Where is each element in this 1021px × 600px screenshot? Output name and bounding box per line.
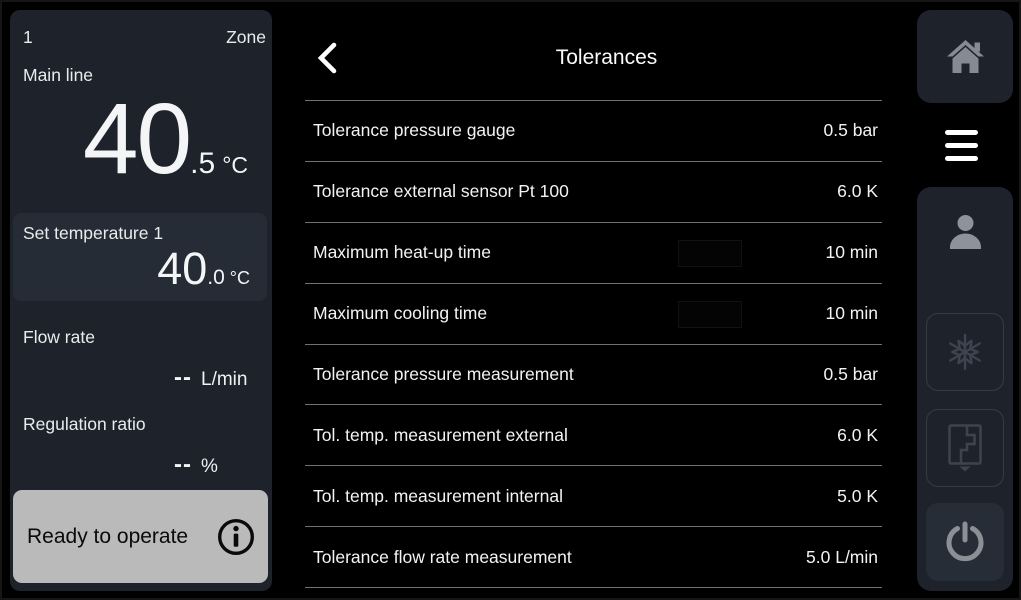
row-value: 0.5 bar (824, 364, 878, 385)
table-row[interactable]: Tolerance external sensor Pt 100 6.0 K (305, 162, 882, 223)
row-label: Tol. temp. measurement internal (313, 486, 563, 507)
mold-drain-icon (948, 424, 983, 472)
table-row[interactable]: Maximum cooling time 10 min (305, 284, 882, 345)
row-value: 6.0 K (837, 425, 878, 446)
cooling-button[interactable] (926, 313, 1004, 391)
row-label: Tol. temp. measurement external (313, 425, 568, 446)
set-temp-int: 40 (157, 243, 207, 294)
row-value: 5.0 L/min (806, 547, 878, 568)
table-row[interactable]: Tol. temp. measurement external 6.0 K (305, 405, 882, 466)
menu-icon (945, 130, 978, 161)
row-label: Maximum heat-up time (313, 242, 491, 263)
hmi-screen: 1 Zone Main line 40.5°C Set temperature … (0, 0, 1021, 600)
menu-button[interactable] (909, 103, 1013, 187)
sidebar (917, 10, 1013, 591)
info-icon (216, 517, 256, 557)
row-ghost (678, 240, 742, 267)
zone-number: 1 (23, 27, 33, 48)
regulation-ratio-label: Regulation ratio (23, 414, 259, 435)
main-temp-frac: .5 (190, 147, 215, 180)
status-label: Ready to operate (27, 525, 188, 549)
status-button[interactable]: Ready to operate (13, 490, 268, 583)
sidebar-lower (917, 187, 1013, 591)
tolerance-list: Tolerance pressure gauge 0.5 bar Toleran… (305, 100, 882, 588)
row-value: 10 min (825, 242, 878, 263)
table-row[interactable]: Tol. temp. measurement internal 5.0 K (305, 466, 882, 527)
mold-drain-button[interactable] (926, 409, 1004, 487)
regulation-ratio-dash: -- (10, 451, 192, 479)
regulation-ratio-unit: % (192, 456, 268, 478)
row-label: Maximum cooling time (313, 303, 487, 324)
home-button[interactable] (917, 10, 1013, 103)
user-button[interactable] (917, 187, 1013, 277)
set-temperature-card[interactable]: Set temperature 1 40.0°C (13, 213, 267, 301)
row-label: Tolerance pressure gauge (313, 120, 515, 141)
row-value: 5.0 K (837, 486, 878, 507)
row-label: Tolerance external sensor Pt 100 (313, 181, 569, 202)
row-label: Tolerance flow rate measurement (313, 547, 572, 568)
table-row[interactable]: Tolerance pressure gauge 0.5 bar (305, 101, 882, 162)
snowflake-icon (945, 332, 985, 372)
tolerances-page: Tolerances Tolerance pressure gauge 0.5 … (305, 0, 882, 600)
set-temperature-label: Set temperature 1 (23, 223, 253, 244)
zone-panel: 1 Zone Main line 40.5°C Set temperature … (10, 10, 272, 591)
row-value: 0.5 bar (824, 120, 878, 141)
flow-rate-dash: -- (10, 364, 192, 392)
table-row[interactable]: Tolerance flow rate measurement 5.0 L/mi… (305, 527, 882, 588)
main-temp-unit: °C (222, 152, 248, 178)
home-icon (947, 40, 984, 74)
table-row[interactable]: Tolerance pressure measurement 0.5 bar (305, 345, 882, 406)
flow-rate-label: Flow rate (23, 327, 259, 348)
power-button[interactable] (926, 503, 1004, 581)
set-temp-unit: °C (230, 268, 250, 288)
user-icon (949, 214, 982, 250)
flow-rate-value: -- L/min (10, 364, 272, 392)
row-ghost (678, 301, 742, 328)
row-value: 6.0 K (837, 181, 878, 202)
set-temperature-value: 40.0°C (23, 246, 253, 291)
power-icon (943, 520, 987, 564)
row-label: Tolerance pressure measurement (313, 364, 574, 385)
page-title: Tolerances (331, 46, 882, 70)
row-value: 10 min (825, 303, 878, 324)
zone-label: Zone (226, 27, 266, 48)
set-temp-frac: .0 (207, 266, 225, 289)
regulation-ratio-value: -- % (10, 451, 272, 479)
main-temperature: 40.5°C (10, 92, 272, 187)
zone-header: 1 Zone (10, 10, 272, 48)
main-temp-int: 40 (83, 83, 190, 195)
table-row[interactable]: Maximum heat-up time 10 min (305, 223, 882, 284)
flow-rate-unit: L/min (192, 369, 268, 391)
